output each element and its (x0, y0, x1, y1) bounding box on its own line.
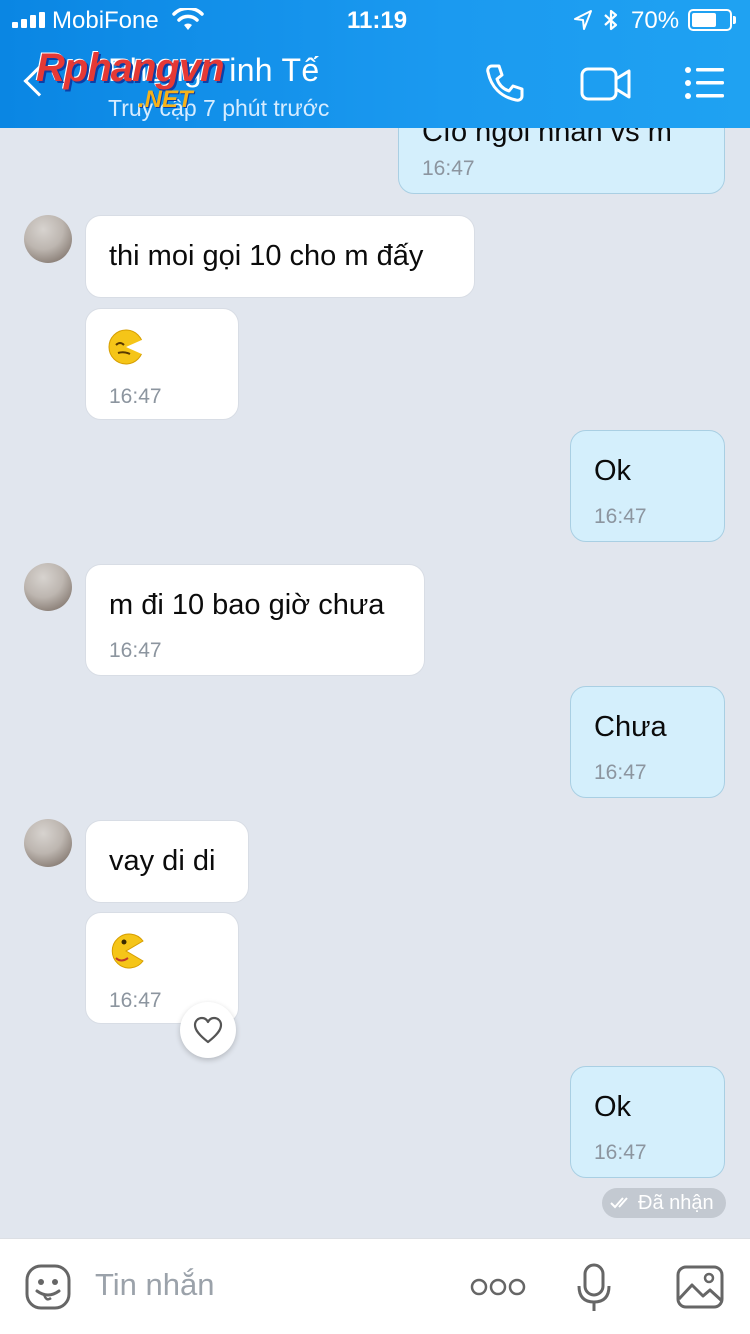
bluetooth-icon (604, 9, 618, 31)
more-dots-icon[interactable] (470, 1277, 526, 1297)
status-bar: MobiFone 11:19 70% (0, 0, 750, 40)
avatar[interactable] (24, 563, 72, 611)
avatar[interactable] (24, 819, 72, 867)
message-text: Ok (594, 455, 632, 487)
sleepy-emoji-icon (108, 329, 144, 365)
message-input-bar (0, 1238, 750, 1334)
message-bubble-incoming[interactable]: thi moi gọi 10 cho m đấy (85, 215, 475, 298)
message-bubble-outgoing[interactable]: Chưa 16:47 (570, 686, 725, 798)
message-bubble-outgoing[interactable]: Cfo ngoi nhan vs m 16:47 (398, 128, 725, 194)
video-camera-icon[interactable] (580, 66, 632, 102)
double-check-icon (610, 1197, 628, 1209)
emoji-icon[interactable] (24, 1263, 72, 1311)
message-time: 16:47 (594, 1141, 647, 1164)
message-time: 16:47 (109, 385, 162, 408)
battery-icon (688, 9, 732, 31)
message-text: Cfo ngoi nhan vs m (422, 128, 672, 148)
signal-icon (12, 12, 45, 28)
battery-cap (733, 16, 736, 24)
message-time: 16:47 (594, 505, 647, 528)
delivery-status-text: Đã nhận (638, 1192, 714, 1214)
delivery-status-badge: Đã nhận (602, 1188, 726, 1218)
microphone-icon[interactable] (576, 1263, 612, 1313)
battery-level (692, 13, 716, 27)
message-bubble-incoming[interactable]: 16:47 (85, 308, 239, 420)
location-arrow-icon (574, 10, 592, 30)
message-text: Ok (594, 1091, 632, 1123)
message-text: thi moi gọi 10 cho m đấy (109, 240, 424, 272)
message-text: m đi 10 bao giờ chưa (109, 589, 385, 621)
message-text: Chưa (594, 711, 667, 743)
message-time: 16:47 (109, 989, 162, 1012)
phone-icon[interactable] (484, 62, 526, 104)
message-bubble-incoming[interactable]: m đi 10 bao giờ chưa 16:47 (85, 564, 425, 676)
menu-list-icon[interactable] (684, 66, 726, 100)
message-bubble-incoming[interactable]: vay di di (85, 820, 249, 903)
message-time: 16:47 (422, 157, 475, 180)
clock: 11:19 (347, 7, 408, 34)
avatar[interactable] (24, 215, 72, 263)
watermark-logo: Rphangvn (36, 46, 225, 90)
battery-percent: 70% (631, 7, 680, 34)
message-text: vay di di (109, 845, 216, 877)
wifi-icon (172, 8, 204, 30)
heart-icon (193, 1016, 223, 1044)
image-icon[interactable] (676, 1265, 724, 1309)
pacman-emoji-icon (111, 933, 144, 969)
message-bubble-outgoing[interactable]: Ok 16:47 (570, 430, 725, 542)
message-bubble-outgoing[interactable]: Ok 16:47 (570, 1066, 725, 1178)
message-list[interactable]: Cfo ngoi nhan vs m 16:47 thi moi gọi 10 … (0, 128, 750, 1238)
chat-header: MobiFone 11:19 70% Phong Tinh Tế Truy cậ… (0, 0, 750, 128)
message-time: 16:47 (109, 639, 162, 662)
react-heart-button[interactable] (180, 1002, 236, 1058)
message-input[interactable] (95, 1267, 435, 1303)
carrier-name: MobiFone (52, 7, 159, 34)
watermark-logo-sub: .NET (138, 86, 193, 113)
message-time: 16:47 (594, 761, 647, 784)
